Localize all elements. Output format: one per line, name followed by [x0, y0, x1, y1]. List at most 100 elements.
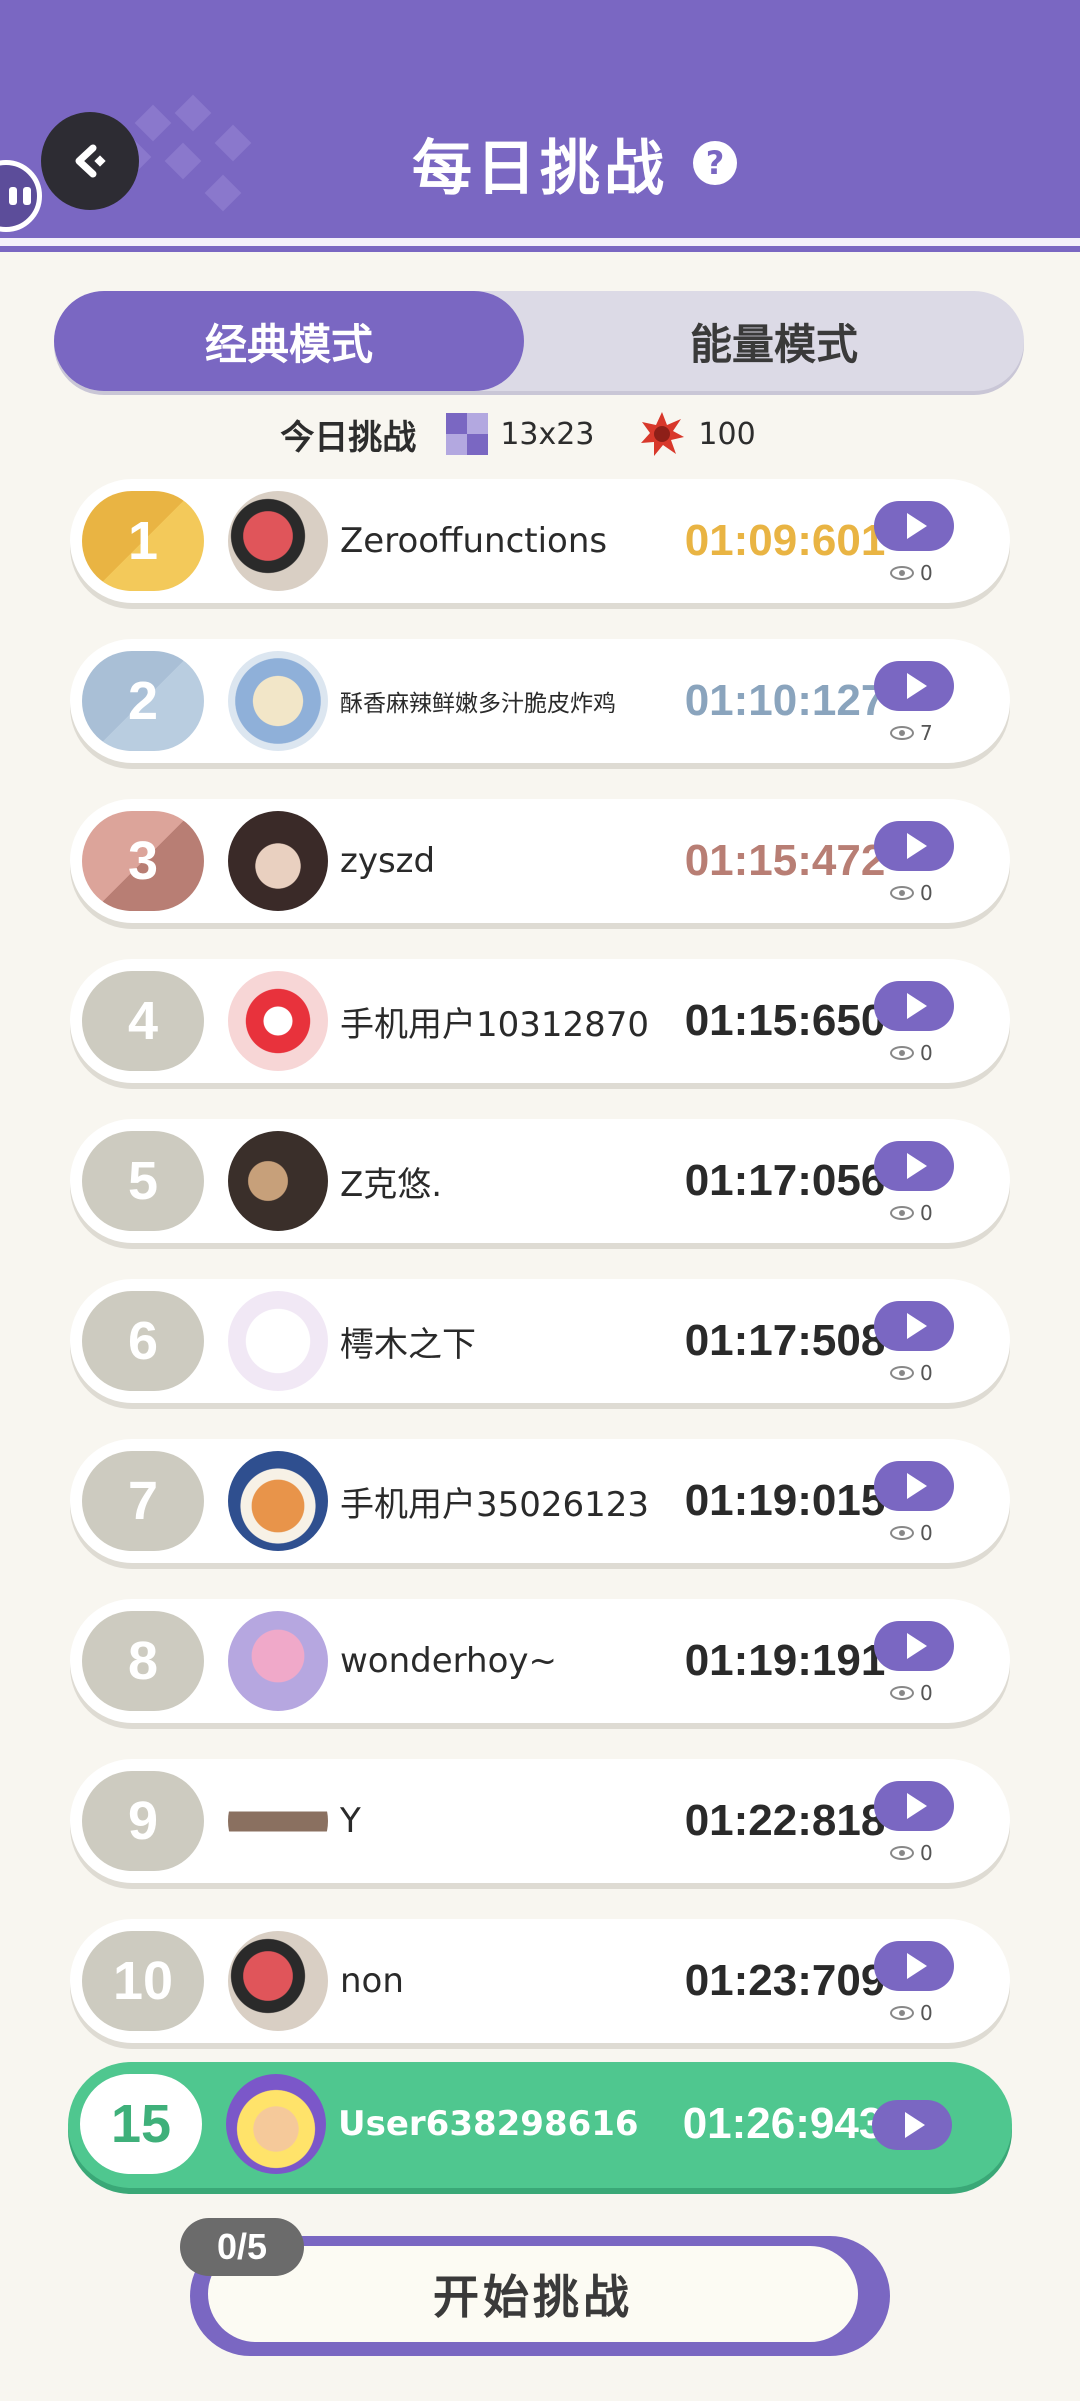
today-challenge-label: 今日挑战 [280, 417, 417, 458]
replay-button[interactable] [874, 1301, 954, 1351]
my-username: User638298616 [338, 2104, 639, 2144]
username: Zerooffunctions [340, 521, 608, 561]
avatar[interactable] [228, 811, 328, 911]
view-count-value: 0 [920, 2001, 933, 2025]
username: 手机用户35026123 [340, 1484, 650, 1525]
grid-size-icon [446, 413, 489, 455]
replay-button[interactable] [874, 501, 954, 551]
view-count: 0 [890, 2001, 933, 2025]
avatar[interactable] [228, 1931, 328, 2031]
tab-energy-mode[interactable]: 能量模式 [524, 291, 1024, 391]
eye-icon [890, 566, 914, 580]
help-icon[interactable]: ? [693, 141, 737, 185]
view-count-value: 0 [920, 881, 933, 905]
view-count: 0 [890, 1041, 933, 1065]
view-count-value: 0 [920, 1201, 933, 1225]
my-avatar [226, 2074, 326, 2174]
eye-icon [890, 1366, 914, 1380]
username: Y [340, 1801, 361, 1841]
page-title: 每日挑战 [412, 134, 668, 204]
leaderboard-row: 10 non 01:23:709 0 [70, 1919, 1010, 2043]
view-count: 0 [890, 1201, 933, 1225]
rank-badge: 3 [82, 811, 204, 911]
grid-size-value: 13x23 [500, 416, 595, 452]
my-rank-badge: 15 [80, 2074, 202, 2174]
view-count: 0 [890, 881, 933, 905]
username: 酥香麻辣鲜嫩多汁脆皮炸鸡 [340, 691, 616, 717]
avatar[interactable] [228, 651, 328, 751]
attempts-badge: 0/5 [180, 2218, 304, 2276]
avatar[interactable] [228, 1291, 328, 1391]
start-challenge-label: 开始挑战 [208, 2246, 858, 2342]
eye-icon [890, 1526, 914, 1540]
today-challenge-info: 今日挑战 13x23 100 [0, 404, 1080, 464]
eye-icon [890, 1846, 914, 1860]
username: non [340, 1961, 404, 2001]
header-divider [0, 238, 1080, 246]
rank-badge: 6 [82, 1291, 204, 1391]
eye-icon [890, 2006, 914, 2020]
rank-badge: 8 [82, 1611, 204, 1711]
rank-badge: 10 [82, 1931, 204, 2031]
rank-badge: 5 [82, 1131, 204, 1231]
view-count: 7 [890, 721, 933, 745]
view-count-value: 0 [920, 1041, 933, 1065]
avatar[interactable] [228, 1451, 328, 1551]
view-count: 0 [890, 1681, 933, 1705]
rank-badge: 1 [82, 491, 204, 591]
leaderboard-row: 1 Zerooffunctions 01:09:601 0 [70, 479, 1010, 603]
replay-button[interactable] [874, 1461, 954, 1511]
replay-button[interactable] [874, 661, 954, 711]
avatar[interactable] [228, 491, 328, 591]
avatar[interactable] [228, 1611, 328, 1711]
leaderboard-row: 5 Z克悠. 01:17:056 0 [70, 1119, 1010, 1243]
leaderboard-row: 7 手机用户35026123 01:19:015 0 [70, 1439, 1010, 1563]
replay-button[interactable] [874, 1941, 954, 1991]
mode-tabs: 经典模式 能量模式 [54, 291, 1024, 391]
replay-button[interactable] [874, 981, 954, 1031]
username: wonderhoy~ [340, 1641, 557, 1681]
replay-button[interactable] [874, 821, 954, 871]
view-count: 0 [890, 1521, 933, 1545]
view-count-value: 0 [920, 1521, 933, 1545]
rank-badge: 7 [82, 1451, 204, 1551]
eye-icon [890, 886, 914, 900]
leaderboard-row: 2 酥香麻辣鲜嫩多汁脆皮炸鸡 01:10:127 7 [70, 639, 1010, 763]
tab-classic-mode[interactable]: 经典模式 [54, 291, 524, 391]
view-count-value: 7 [920, 721, 933, 745]
my-replay-button[interactable] [872, 2100, 952, 2150]
view-count: 0 [890, 561, 933, 585]
username: 手机用户103128702 [340, 1004, 650, 1045]
view-count-value: 0 [920, 1681, 933, 1705]
replay-button[interactable] [874, 1781, 954, 1831]
rank-badge: 4 [82, 971, 204, 1071]
avatar[interactable] [228, 1131, 328, 1231]
view-count: 0 [890, 1841, 933, 1865]
username: zyszd [340, 841, 436, 881]
view-count-value: 0 [920, 1841, 933, 1865]
leaderboard-row: 6 樗木之下 01:17:508 0 [70, 1279, 1010, 1403]
view-count: 0 [890, 1361, 933, 1385]
mine-icon [641, 412, 685, 456]
header-bar: 每日挑战 ? [0, 0, 1080, 252]
mine-count-value: 100 [698, 416, 756, 452]
avatar[interactable] [228, 971, 328, 1071]
eye-icon [890, 1686, 914, 1700]
view-count-value: 0 [920, 1361, 933, 1385]
avatar[interactable] [228, 1771, 328, 1871]
replay-button[interactable] [874, 1141, 954, 1191]
eye-icon [890, 1046, 914, 1060]
username: 樗木之下 [340, 1324, 476, 1365]
rank-badge: 9 [82, 1771, 204, 1871]
leaderboard-row: 8 wonderhoy~ 01:19:191 0 [70, 1599, 1010, 1723]
eye-icon [890, 726, 914, 740]
eye-icon [890, 1206, 914, 1220]
rank-badge: 2 [82, 651, 204, 751]
replay-button[interactable] [874, 1621, 954, 1671]
view-count-value: 0 [920, 561, 933, 585]
leaderboard-row: 3 zyszd 01:15:472 0 [70, 799, 1010, 923]
leaderboard-row: 4 手机用户103128702 01:15:650 0 [70, 959, 1010, 1083]
my-rank-row: 15 User638298616 01:26:943 [68, 2062, 1012, 2188]
username: Z克悠. [340, 1164, 443, 1205]
leaderboard-row: 9 Y 01:22:818 0 [70, 1759, 1010, 1883]
